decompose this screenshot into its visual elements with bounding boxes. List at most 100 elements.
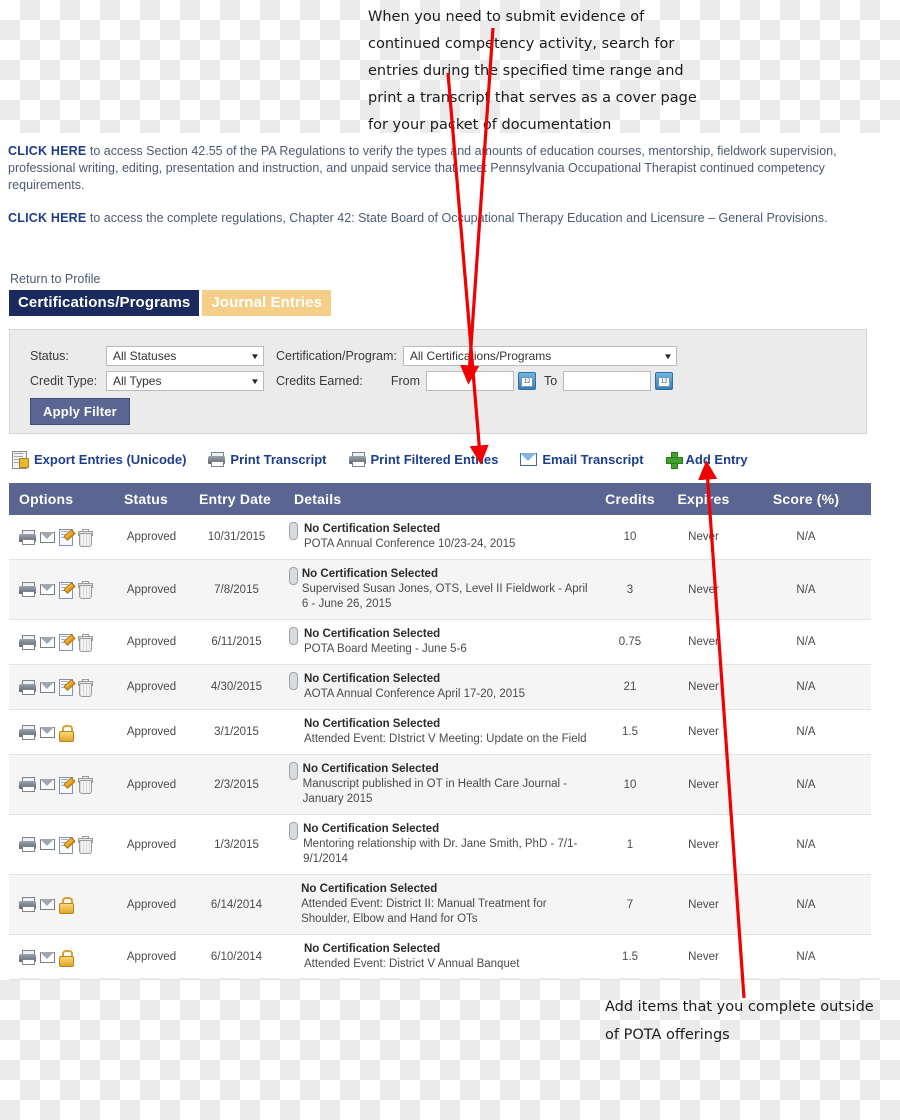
edit-icon[interactable] <box>59 581 76 599</box>
filter-panel: Status: All Statuses ▼ Certification/Pro… <box>9 329 867 434</box>
row-status: Approved <box>114 709 189 755</box>
print-filtered-entries-link[interactable]: Print Filtered Entries <box>348 452 498 467</box>
trash-icon[interactable] <box>78 581 93 599</box>
mail-icon[interactable] <box>40 899 55 910</box>
trash-icon[interactable] <box>78 776 93 794</box>
mail-icon[interactable] <box>40 681 55 693</box>
attachment-icon[interactable] <box>288 672 298 690</box>
print-transcript-link[interactable]: Print Transcript <box>208 452 327 467</box>
table-row[interactable]: Approved 4/30/2015 No Certification Select… <box>9 664 871 710</box>
row-expires: Never <box>666 515 741 560</box>
mail-icon[interactable] <box>40 584 55 595</box>
apply-filter-button[interactable]: Apply Filter <box>30 398 130 425</box>
edit-icon[interactable] <box>59 836 76 854</box>
row-score: N/A <box>741 515 871 560</box>
trash-icon[interactable] <box>78 836 93 854</box>
credits-from-input[interactable] <box>426 371 515 391</box>
tab-journal-entries[interactable]: Journal Entries <box>202 290 332 316</box>
row-detail-subtitle: AOTA Annual Conference April 17-20, 2015 <box>304 688 525 700</box>
row-options-cell <box>9 709 114 755</box>
row-detail-subtitle: Mentoring relationship with Dr. Jane Smi… <box>303 838 578 865</box>
credits-earned-label: Credits Earned: <box>276 374 363 388</box>
row-status: Approved <box>114 754 189 815</box>
edit-icon[interactable] <box>59 776 76 794</box>
printer-icon[interactable] <box>19 949 36 965</box>
row-score: N/A <box>741 754 871 815</box>
mail-icon[interactable] <box>40 726 55 738</box>
table-row[interactable]: Approved 10/31/2015 No Certification Selec… <box>9 515 871 560</box>
printer-icon[interactable] <box>19 897 36 912</box>
column-header-expires[interactable]: Expires <box>666 483 741 515</box>
column-header-details[interactable]: Details <box>284 483 594 515</box>
mail-icon[interactable] <box>40 531 55 543</box>
status-select-value: All Statuses <box>113 349 177 363</box>
edit-icon[interactable] <box>59 634 76 651</box>
mail-icon[interactable] <box>40 636 55 648</box>
row-credits: 7 <box>594 874 666 935</box>
table-row[interactable]: Approved 6/11/2015 No Certification Select… <box>9 619 871 665</box>
mail-icon[interactable] <box>40 951 55 963</box>
calendar-icon[interactable] <box>655 372 674 390</box>
printer-icon[interactable] <box>19 529 36 545</box>
printer-icon[interactable] <box>19 634 36 650</box>
annotation-top-text: When you need to submit evidence of cont… <box>368 9 697 133</box>
column-header-score[interactable]: Score (%) <box>741 483 871 515</box>
status-select[interactable]: All Statuses ▼ <box>106 346 264 366</box>
attachment-icon[interactable] <box>288 627 298 645</box>
row-entry-date: 6/14/2014 <box>189 874 284 935</box>
printer-icon[interactable] <box>19 582 36 597</box>
attachment-icon[interactable] <box>288 567 298 585</box>
credits-to-input[interactable] <box>563 371 652 391</box>
trash-icon[interactable] <box>78 678 93 697</box>
printer-icon[interactable] <box>19 679 36 695</box>
row-expires: Never <box>666 619 741 665</box>
row-entry-date: 6/11/2015 <box>189 619 284 665</box>
export-entries-link[interactable]: Export Entries (Unicode) <box>12 451 186 469</box>
table-row[interactable]: Approved 2/3/2015 No Certification Selecte… <box>9 754 871 815</box>
row-entry-date: 7/8/2015 <box>189 559 284 620</box>
row-credits: 3 <box>594 559 666 620</box>
row-entry-date: 6/10/2014 <box>189 934 284 980</box>
row-status: Approved <box>114 664 189 710</box>
printer-icon[interactable] <box>19 724 36 740</box>
table-row[interactable]: Approved 6/14/2014 No Certification Select… <box>9 874 871 935</box>
email-transcript-link[interactable]: Email Transcript <box>520 452 644 467</box>
trash-icon[interactable] <box>78 633 93 652</box>
add-entry-link[interactable]: Add Entry <box>665 452 748 469</box>
row-score: N/A <box>741 664 871 710</box>
attachment-icon[interactable] <box>288 822 298 840</box>
mail-icon[interactable] <box>40 779 55 790</box>
printer-icon <box>348 452 366 467</box>
table-row[interactable]: Approved 7/8/2015 No Certification Selecte… <box>9 559 871 620</box>
mail-icon[interactable] <box>40 839 55 850</box>
printer-icon[interactable] <box>19 837 36 852</box>
edit-icon[interactable] <box>59 679 76 696</box>
printer-icon[interactable] <box>19 777 36 792</box>
column-header-credits[interactable]: Credits <box>594 483 666 515</box>
lock-icon[interactable] <box>59 724 74 742</box>
calendar-icon[interactable] <box>518 372 537 390</box>
column-header-options[interactable]: Options <box>9 483 114 515</box>
return-to-profile-link[interactable]: Return to Profile <box>10 272 100 286</box>
attachment-icon[interactable] <box>288 522 298 540</box>
tab-certifications-programs[interactable]: Certifications/Programs <box>9 290 200 316</box>
lock-icon[interactable] <box>59 897 74 914</box>
table-row[interactable]: Approved 3/1/2015 No Certification Selecte… <box>9 709 871 755</box>
row-detail-title: No Certification Selected <box>302 763 439 775</box>
column-header-entry-date[interactable]: Entry Date <box>189 483 284 515</box>
certification-program-select[interactable]: All Certifications/Programs ▼ <box>402 346 677 366</box>
attachment-icon[interactable] <box>288 762 298 780</box>
edit-icon[interactable] <box>59 529 76 546</box>
table-row[interactable]: Approved 6/10/2014 No Certification Select… <box>9 934 871 980</box>
row-options-cell <box>9 619 114 665</box>
trash-icon[interactable] <box>78 528 93 547</box>
lock-icon[interactable] <box>59 949 74 967</box>
table-row[interactable]: Approved 1/3/2015 No Certification Selecte… <box>9 814 871 875</box>
row-detail-title: No Certification Selected <box>304 673 441 685</box>
column-header-status[interactable]: Status <box>114 483 189 515</box>
click-here-link-1[interactable]: CLICK HERE <box>8 144 86 158</box>
credit-type-select[interactable]: All Types ▼ <box>106 371 264 391</box>
row-details: No Certification Selected Attended Event:… <box>284 874 594 935</box>
row-status: Approved <box>114 874 189 935</box>
click-here-link-2[interactable]: CLICK HERE <box>8 211 86 225</box>
